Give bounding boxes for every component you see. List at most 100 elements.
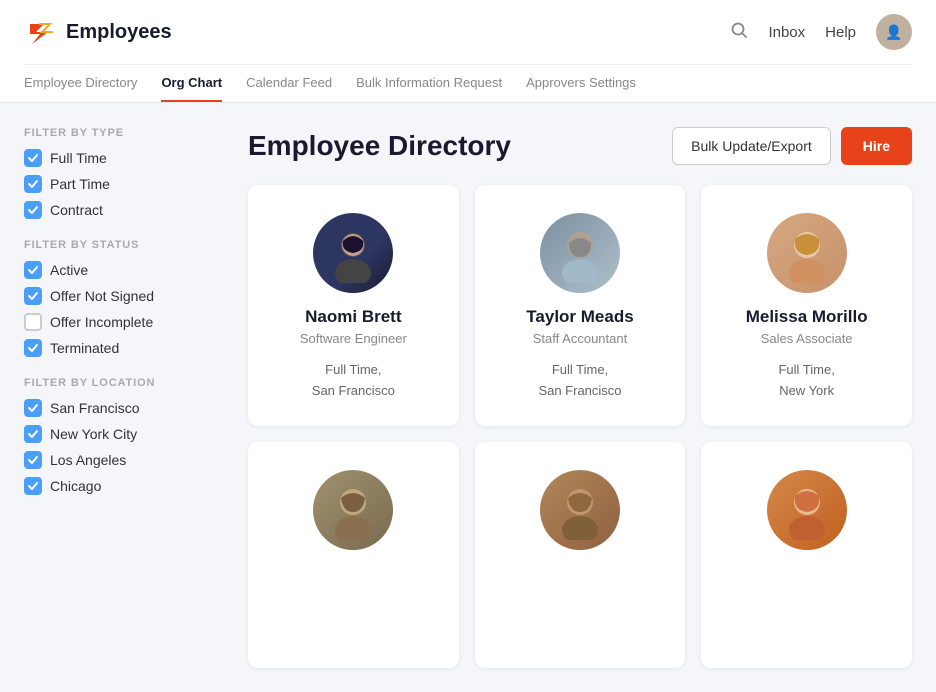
name-melissa: Melissa Morillo (746, 307, 868, 327)
page-title: Employee Directory (248, 130, 511, 162)
avatar-4 (313, 470, 393, 550)
label-chicago: Chicago (50, 478, 101, 494)
avatar-image-4 (323, 480, 383, 540)
details-naomi: Full Time,San Francisco (312, 360, 395, 402)
label-part-time: Part Time (50, 176, 110, 192)
main-content: FILTER BY TYPE Full Time Part Time Contr… (0, 103, 936, 692)
header-top: Employees Inbox Help 👤 (24, 0, 912, 64)
content-area: Employee Directory Bulk Update/Export Hi… (248, 127, 912, 668)
avatar-melissa (767, 213, 847, 293)
filter-new-york-city[interactable]: New York City (24, 425, 224, 443)
label-san-francisco: San Francisco (50, 400, 139, 416)
checkbox-contract[interactable] (24, 201, 42, 219)
details-taylor: Full Time,San Francisco (538, 360, 621, 402)
employee-card-6[interactable] (701, 442, 912, 668)
employee-card-melissa[interactable]: Melissa Morillo Sales Associate Full Tim… (701, 185, 912, 426)
check-icon (27, 480, 39, 492)
checkbox-offer-not-signed[interactable] (24, 287, 42, 305)
checkbox-terminated[interactable] (24, 339, 42, 357)
name-taylor: Taylor Meads (526, 307, 633, 327)
bulk-update-export-button[interactable]: Bulk Update/Export (672, 127, 831, 165)
content-header: Employee Directory Bulk Update/Export Hi… (248, 127, 912, 165)
hire-button[interactable]: Hire (841, 127, 912, 165)
check-icon (27, 402, 39, 414)
app-title: Employees (66, 21, 172, 44)
employee-grid: Naomi Brett Software Engineer Full Time,… (248, 185, 912, 668)
filter-location-title: FILTER BY LOCATION (24, 377, 224, 389)
employee-card-5[interactable] (475, 442, 686, 668)
role-melissa: Sales Associate (761, 331, 853, 346)
header: Employees Inbox Help 👤 Employee Director… (0, 0, 936, 103)
employee-card-taylor[interactable]: Taylor Meads Staff Accountant Full Time,… (475, 185, 686, 426)
check-icon (27, 178, 39, 190)
avatar-image-taylor (550, 223, 610, 283)
avatar-taylor (540, 213, 620, 293)
filter-los-angeles[interactable]: Los Angeles (24, 451, 224, 469)
employee-card-naomi[interactable]: Naomi Brett Software Engineer Full Time,… (248, 185, 459, 426)
check-icon (27, 342, 39, 354)
filter-san-francisco[interactable]: San Francisco (24, 399, 224, 417)
filter-by-location: FILTER BY LOCATION San Francisco New Yor… (24, 377, 224, 495)
role-taylor: Staff Accountant (533, 331, 627, 346)
checkbox-active[interactable] (24, 261, 42, 279)
filter-type-title: FILTER BY TYPE (24, 127, 224, 139)
check-icon (27, 428, 39, 440)
filter-terminated[interactable]: Terminated (24, 339, 224, 357)
filter-status-title: FILTER BY STATUS (24, 239, 224, 251)
filter-by-status: FILTER BY STATUS Active Offer Not Signed… (24, 239, 224, 357)
avatar-image-naomi (323, 223, 383, 283)
tab-org-chart[interactable]: Org Chart (161, 65, 222, 102)
sidebar: FILTER BY TYPE Full Time Part Time Contr… (24, 127, 224, 668)
search-icon (730, 21, 748, 39)
filter-contract[interactable]: Contract (24, 201, 224, 219)
user-avatar[interactable]: 👤 (876, 14, 912, 50)
employee-card-4[interactable] (248, 442, 459, 668)
details-melissa: Full Time,New York (778, 360, 834, 402)
filter-chicago[interactable]: Chicago (24, 477, 224, 495)
name-naomi: Naomi Brett (305, 307, 401, 327)
checkbox-full-time[interactable] (24, 149, 42, 167)
check-icon (27, 454, 39, 466)
avatar-image-melissa (777, 223, 837, 283)
filter-full-time[interactable]: Full Time (24, 149, 224, 167)
checkbox-chicago[interactable] (24, 477, 42, 495)
logo: Employees (24, 16, 172, 48)
help-link[interactable]: Help (825, 24, 856, 41)
label-offer-not-signed: Offer Not Signed (50, 288, 154, 304)
label-terminated: Terminated (50, 340, 119, 356)
header-actions: Bulk Update/Export Hire (672, 127, 912, 165)
avatar-5 (540, 470, 620, 550)
label-full-time: Full Time (50, 150, 107, 166)
filter-part-time[interactable]: Part Time (24, 175, 224, 193)
label-active: Active (50, 262, 88, 278)
tab-approvers-settings[interactable]: Approvers Settings (526, 65, 636, 102)
label-los-angeles: Los Angeles (50, 452, 126, 468)
tab-employee-directory[interactable]: Employee Directory (24, 65, 137, 102)
filter-active[interactable]: Active (24, 261, 224, 279)
label-new-york-city: New York City (50, 426, 137, 442)
filter-by-type: FILTER BY TYPE Full Time Part Time Contr… (24, 127, 224, 219)
tab-calendar-feed[interactable]: Calendar Feed (246, 65, 332, 102)
avatar-image-6 (777, 480, 837, 540)
check-icon (27, 204, 39, 216)
nav-tabs: Employee Directory Org Chart Calendar Fe… (24, 64, 912, 102)
label-offer-incomplete: Offer Incomplete (50, 314, 153, 330)
role-naomi: Software Engineer (300, 331, 407, 346)
header-right: Inbox Help 👤 (730, 14, 912, 50)
check-icon (27, 264, 39, 276)
inbox-link[interactable]: Inbox (768, 24, 805, 41)
filter-offer-incomplete[interactable]: Offer Incomplete (24, 313, 224, 331)
search-button[interactable] (730, 21, 748, 44)
avatar-image-5 (550, 480, 610, 540)
logo-icon (24, 16, 56, 48)
label-contract: Contract (50, 202, 103, 218)
avatar-naomi (313, 213, 393, 293)
tab-bulk-information[interactable]: Bulk Information Request (356, 65, 502, 102)
checkbox-san-francisco[interactable] (24, 399, 42, 417)
checkbox-offer-incomplete[interactable] (24, 313, 42, 331)
filter-offer-not-signed[interactable]: Offer Not Signed (24, 287, 224, 305)
checkbox-part-time[interactable] (24, 175, 42, 193)
check-icon (27, 290, 39, 302)
checkbox-los-angeles[interactable] (24, 451, 42, 469)
checkbox-new-york-city[interactable] (24, 425, 42, 443)
